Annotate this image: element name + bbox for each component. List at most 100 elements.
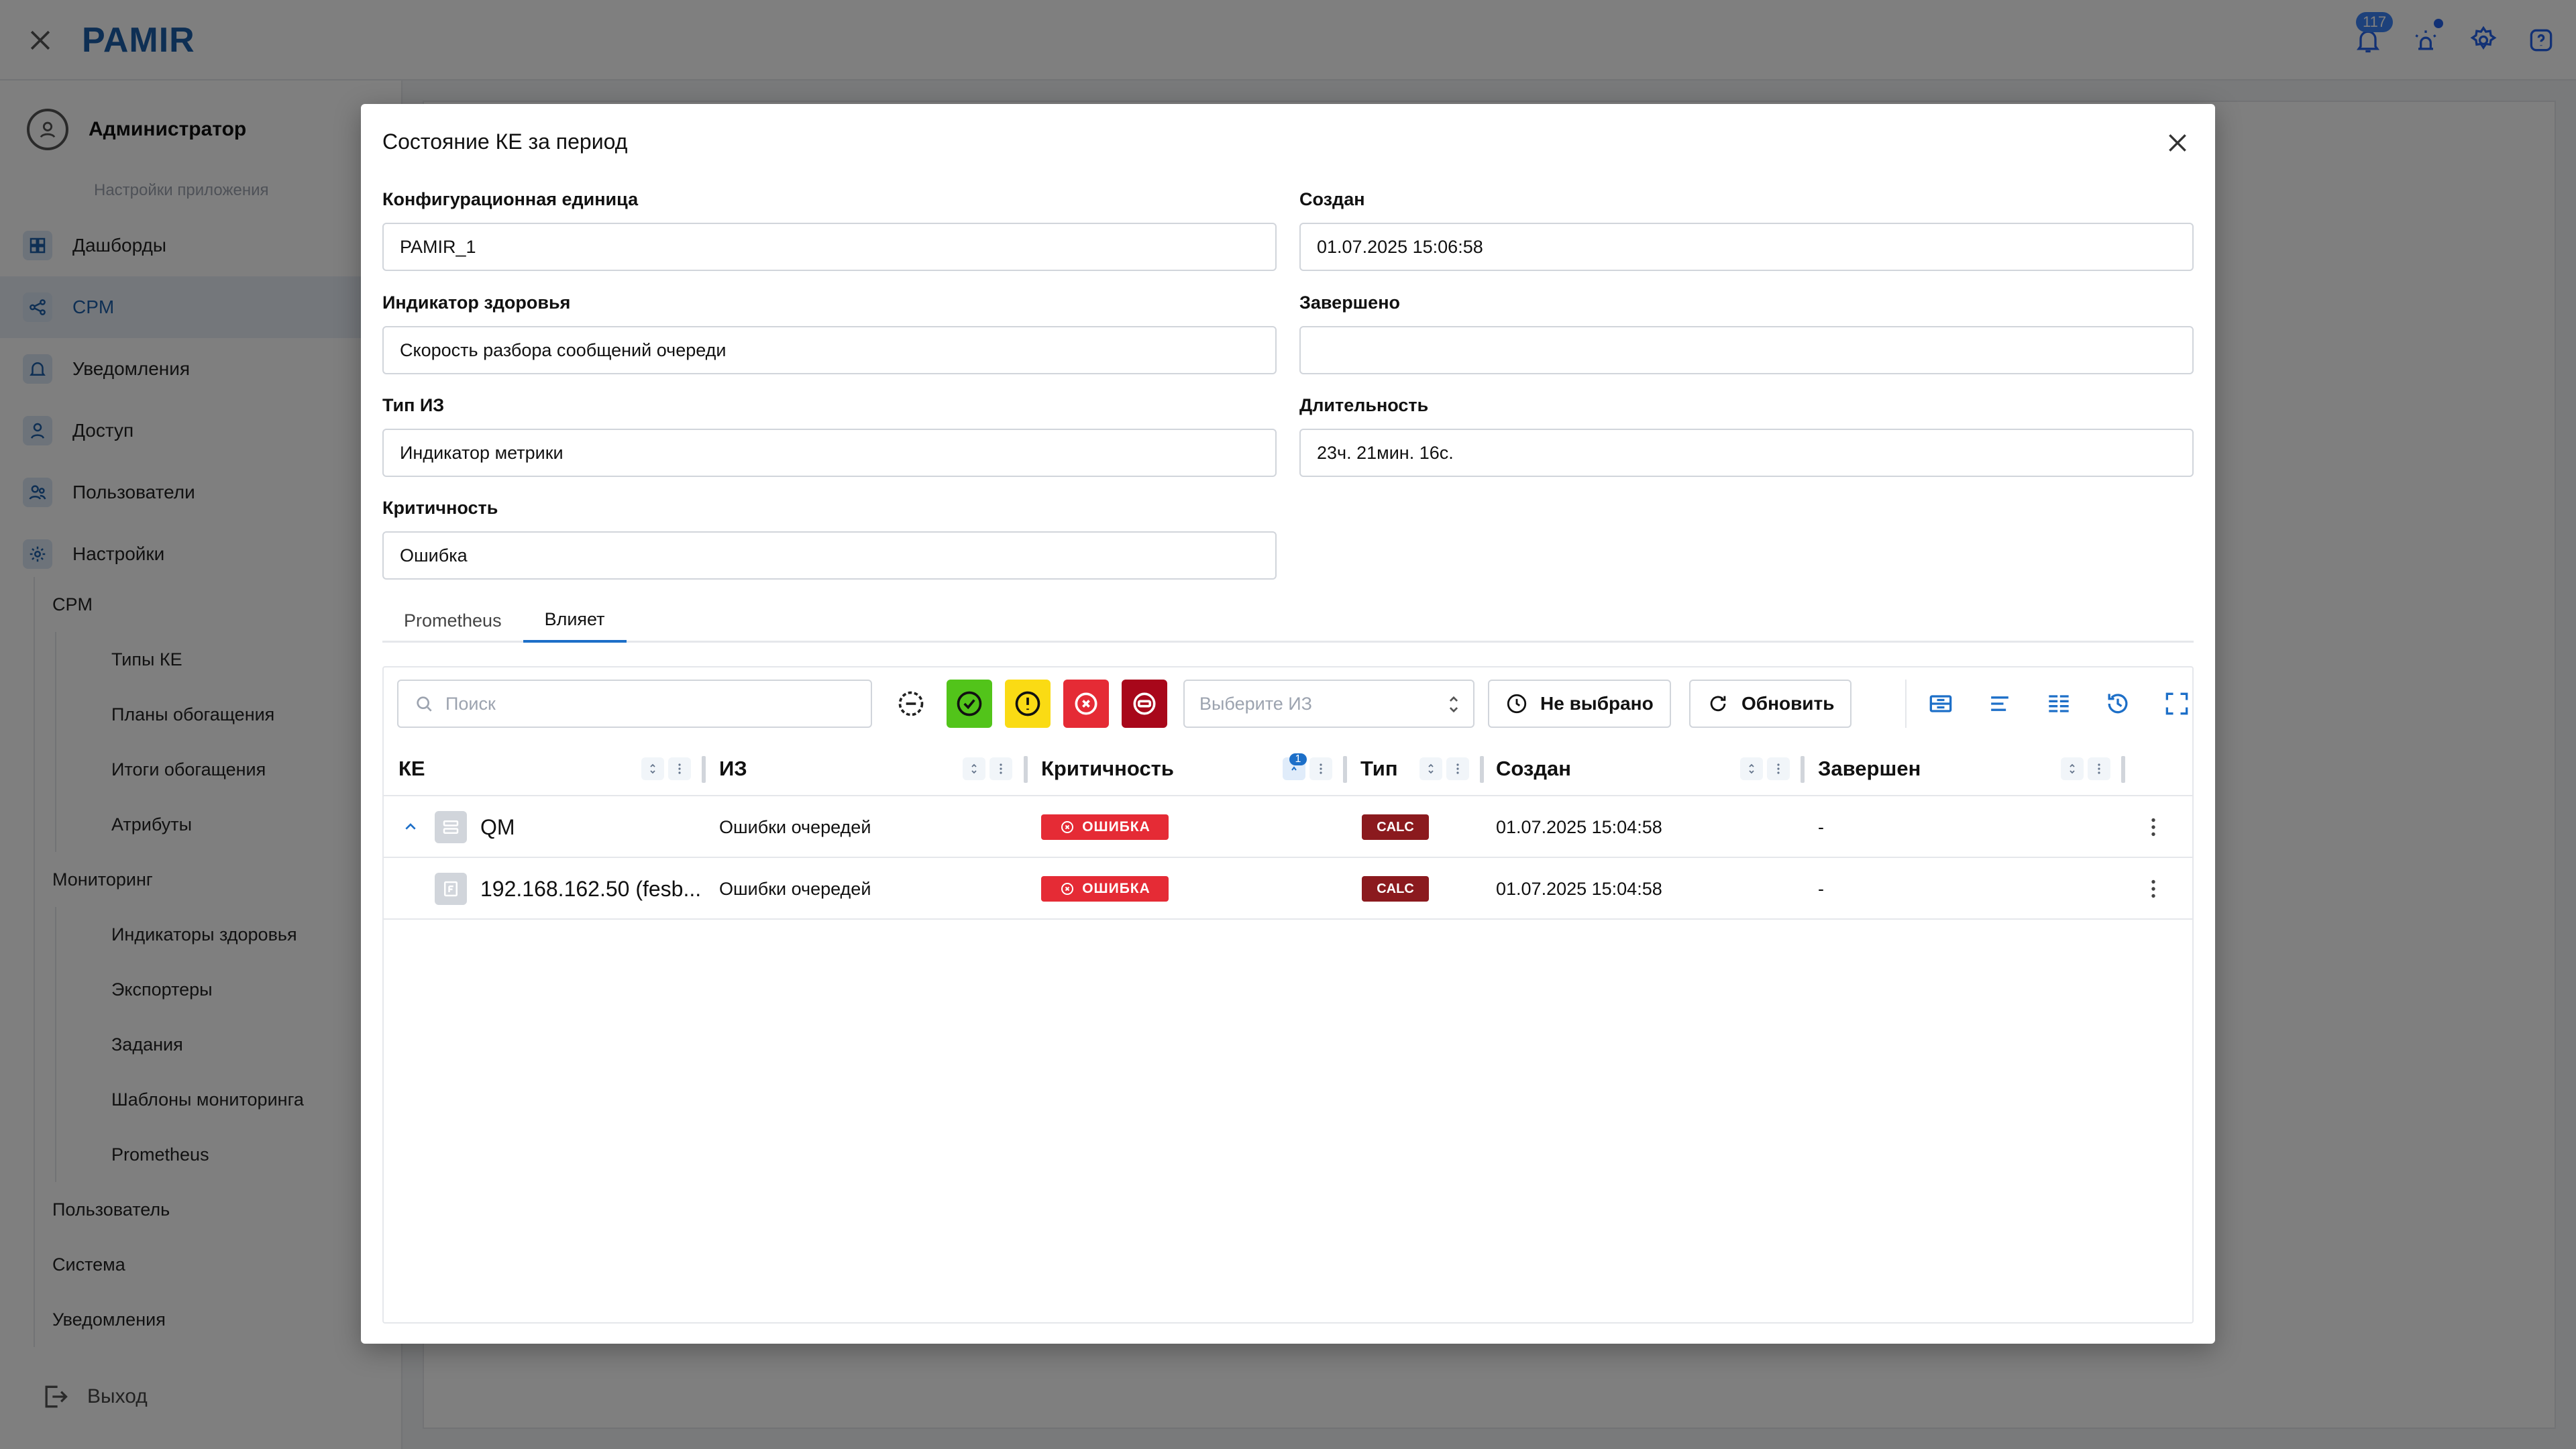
chevron-up-icon[interactable] bbox=[400, 816, 421, 838]
column-resize-handle[interactable] bbox=[1343, 756, 1347, 783]
sort-icon[interactable] bbox=[963, 757, 985, 780]
affects-grid: Поиск Выберите ИЗ Не выбрано Обновить КЕ… bbox=[382, 666, 2194, 1324]
sort-icon[interactable] bbox=[2061, 757, 2084, 780]
ke-name[interactable]: QM bbox=[480, 815, 515, 840]
reset-button[interactable] bbox=[2096, 682, 2139, 725]
severity-badge: ОШИБКА bbox=[1041, 814, 1169, 840]
error-circle-icon bbox=[1061, 821, 1074, 833]
duration-label: Длительность bbox=[1299, 395, 1429, 415]
hi-cell: Ошибки очередей bbox=[719, 878, 871, 899]
time-range-button[interactable]: Не выбрано bbox=[1488, 680, 1671, 728]
sort-icon[interactable] bbox=[1740, 757, 1763, 780]
column-resize-handle[interactable] bbox=[2121, 756, 2125, 783]
fullscreen-button[interactable] bbox=[2155, 682, 2198, 725]
ci-input[interactable]: PAMIR_1 bbox=[382, 223, 1277, 271]
column-menu-icon[interactable] bbox=[1767, 757, 1790, 780]
more-vertical-icon[interactable] bbox=[2141, 877, 2165, 901]
more-vertical-icon[interactable] bbox=[2141, 815, 2165, 839]
severity-cell: ОШИБКА bbox=[1041, 858, 1169, 920]
column-header-ke[interactable]: КЕ bbox=[398, 741, 425, 796]
filter-all-button[interactable] bbox=[888, 680, 934, 728]
history-icon bbox=[2108, 694, 2128, 714]
grid-toolbar: Поиск Выберите ИЗ Не выбрано Обновить bbox=[397, 680, 2188, 728]
type-cell: CALC bbox=[1362, 858, 1429, 920]
filter-error-button[interactable] bbox=[1063, 680, 1109, 728]
type-badge: CALC bbox=[1362, 814, 1429, 840]
health-indicator-input[interactable]: Скорость разбора сообщений очереди bbox=[382, 326, 1277, 374]
dashed-circle-icon bbox=[898, 691, 924, 716]
column-header-created[interactable]: Создан bbox=[1496, 741, 1571, 796]
sort-icon[interactable] bbox=[641, 757, 664, 780]
chevron-up-down-icon bbox=[1449, 696, 1458, 713]
severity-field: Критичность Ошибка bbox=[382, 498, 1277, 580]
finished-cell: - bbox=[1818, 878, 1824, 899]
column-menu-icon[interactable] bbox=[989, 757, 1012, 780]
finished-label: Завершено bbox=[1299, 292, 1401, 313]
column-resize-handle[interactable] bbox=[1801, 756, 1805, 783]
clock-icon bbox=[1507, 694, 1527, 714]
text-align-button[interactable] bbox=[1978, 682, 2021, 725]
tab-prometheus[interactable]: Prometheus bbox=[382, 598, 523, 643]
created-cell: 01.07.2025 15:04:58 bbox=[1496, 816, 1662, 837]
search-input[interactable]: Поиск bbox=[397, 680, 872, 728]
column-menu-icon[interactable] bbox=[2088, 757, 2110, 780]
column-menu-icon[interactable] bbox=[1309, 757, 1332, 780]
filter-ok-button[interactable] bbox=[947, 680, 992, 728]
table-row[interactable]: QM Ошибки очередей ОШИБКА CALC 01.07.202… bbox=[384, 796, 2192, 858]
duration-input[interactable]: 23ч. 21мин. 16с. bbox=[1299, 429, 2194, 477]
table-row[interactable]: 192.168.162.50 (fesb... Ошибки очередей … bbox=[384, 858, 2192, 920]
hi-cell: Ошибки очередей bbox=[719, 816, 871, 837]
column-resize-handle[interactable] bbox=[702, 756, 706, 783]
ci-label: Конфигурационная единица bbox=[382, 189, 639, 209]
close-icon[interactable] bbox=[2164, 129, 2191, 156]
type-badge: CALC bbox=[1362, 876, 1429, 902]
duration-field: Длительность 23ч. 21мин. 16с. bbox=[1299, 395, 2194, 477]
dialog-title: Состояние КЕ за период bbox=[382, 129, 628, 154]
severity-label: Критичность bbox=[382, 498, 498, 518]
finished-input[interactable] bbox=[1299, 326, 2194, 374]
ci-field: Конфигурационная единица PAMIR_1 bbox=[382, 189, 1277, 271]
hi-select[interactable]: Выберите ИЗ bbox=[1183, 680, 1474, 728]
health-indicator-label: Индикатор здоровья bbox=[382, 292, 571, 313]
hi-type-field: Тип ИЗ Индикатор метрики bbox=[382, 395, 1277, 477]
filter-critical-button[interactable] bbox=[1122, 680, 1167, 728]
ke-name[interactable]: 192.168.162.50 (fesb... bbox=[480, 877, 701, 902]
health-indicator-field: Индикатор здоровья Скорость разбора сооб… bbox=[382, 292, 1277, 374]
column-header-severity[interactable]: Критичность bbox=[1041, 741, 1174, 796]
ke-cell: 192.168.162.50 (fesb... bbox=[435, 858, 701, 920]
created-input[interactable]: 01.07.2025 15:06:58 bbox=[1299, 223, 2194, 271]
error-circle-icon bbox=[1075, 692, 1097, 715]
check-circle-icon bbox=[957, 691, 982, 716]
type-cell: CALC bbox=[1362, 796, 1429, 858]
ke-cell: QM bbox=[435, 796, 515, 858]
sort-asc-icon[interactable]: 1 bbox=[1283, 753, 1307, 780]
severity-input[interactable]: Ошибка bbox=[382, 531, 1277, 580]
column-header-hi[interactable]: ИЗ bbox=[719, 741, 747, 796]
column-menu-icon[interactable] bbox=[1446, 757, 1469, 780]
align-left-icon bbox=[1991, 696, 2008, 711]
tab-affects[interactable]: Влияет bbox=[523, 598, 627, 643]
column-resize-handle[interactable] bbox=[1024, 756, 1028, 783]
created-label: Создан bbox=[1299, 189, 1365, 209]
finished-field: Завершено bbox=[1299, 292, 2194, 374]
columns-button[interactable] bbox=[2037, 682, 2080, 725]
hi-type-label: Тип ИЗ bbox=[382, 395, 445, 415]
column-header-type[interactable]: Тип bbox=[1360, 741, 1398, 796]
ci-state-dialog: Состояние КЕ за период Конфигурационная … bbox=[361, 104, 2215, 1344]
critical-circle-icon bbox=[1133, 692, 1156, 715]
sort-order-badge: 1 bbox=[1289, 753, 1307, 765]
row-density-button[interactable] bbox=[1919, 682, 1962, 725]
dialog-tabs: Prometheus Влияет bbox=[382, 598, 2194, 643]
server-icon bbox=[435, 811, 467, 843]
columns-icon bbox=[2049, 695, 2069, 712]
severity-badge: ОШИБКА bbox=[1041, 876, 1169, 902]
column-resize-handle[interactable] bbox=[1480, 756, 1484, 783]
refresh-button[interactable]: Обновить bbox=[1689, 680, 1852, 728]
column-menu-icon[interactable] bbox=[668, 757, 691, 780]
toolbar-divider bbox=[1905, 680, 1907, 728]
created-field: Создан 01.07.2025 15:06:58 bbox=[1299, 189, 2194, 271]
column-header-finished[interactable]: Завершен bbox=[1818, 741, 1921, 796]
hi-type-input[interactable]: Индикатор метрики bbox=[382, 429, 1277, 477]
filter-warning-button[interactable] bbox=[1005, 680, 1051, 728]
sort-icon[interactable] bbox=[1419, 757, 1442, 780]
